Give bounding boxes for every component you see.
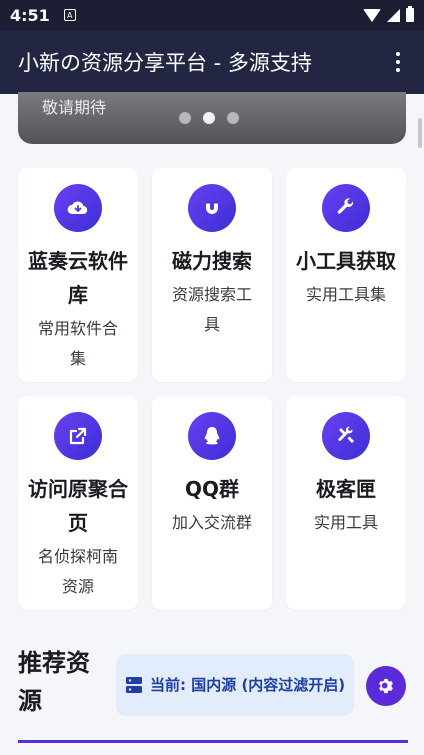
- tool-name: 磁力搜索: [172, 249, 252, 273]
- tool-desc: 资源搜索工具: [171, 285, 252, 334]
- tool-name: QQ群: [184, 477, 239, 501]
- banner-carousel[interactable]: 敬请期待: [18, 92, 406, 144]
- magnet-icon: [188, 184, 236, 232]
- source-status-chip[interactable]: 当前: 国内源 (内容过滤开启): [116, 654, 354, 716]
- recommended-section: 推荐资源 当前: 国内源 (内容过滤开启): [18, 644, 408, 744]
- tool-card-geek-box[interactable]: 极客匣 实用工具: [286, 396, 406, 610]
- tool-desc: 实用工具: [313, 513, 378, 532]
- battery-icon: [406, 6, 414, 22]
- wifi-icon: [363, 8, 381, 22]
- section-divider: [18, 740, 408, 743]
- tools-grid: 蓝奏云软件库 常用软件合集 磁力搜索 资源搜索工具 小工具获取 实用工具集 访问…: [18, 168, 406, 610]
- banner-text: 敬请期待: [42, 98, 107, 117]
- tool-name: 访问原聚合页: [28, 477, 128, 535]
- notification-icon: A: [63, 9, 76, 21]
- carousel-dot[interactable]: [179, 112, 191, 124]
- scrollbar[interactable]: [418, 118, 422, 148]
- tool-card-lanzou[interactable]: 蓝奏云软件库 常用软件合集: [18, 168, 138, 382]
- status-bar: 4:51 A: [0, 0, 424, 30]
- tool-desc: 名侦探柯南资源: [37, 547, 118, 596]
- cloud-download-icon: [54, 184, 102, 232]
- app-title: 小新の资源分享平台 - 多源支持: [18, 51, 312, 75]
- overflow-menu-icon[interactable]: [390, 46, 406, 78]
- tool-desc: 实用工具集: [305, 285, 386, 304]
- carousel-dot-active[interactable]: [203, 112, 215, 124]
- tool-card-qq-group[interactable]: QQ群 加入交流群: [152, 396, 272, 610]
- external-link-icon: [54, 412, 102, 460]
- tool-card-origin-page[interactable]: 访问原聚合页 名侦探柯南资源: [18, 396, 138, 610]
- tools-icon: [322, 412, 370, 460]
- server-icon: [126, 677, 142, 693]
- app-bar: 小新の资源分享平台 - 多源支持: [0, 30, 424, 94]
- tool-name: 蓝奏云软件库: [28, 249, 128, 307]
- tool-name: 极客匣: [316, 477, 376, 501]
- signal-icon: [387, 8, 400, 22]
- tool-name: 小工具获取: [296, 249, 396, 273]
- gear-icon: [379, 678, 393, 694]
- qq-penguin-icon: [188, 412, 236, 460]
- section-title: 推荐资源: [18, 649, 90, 715]
- wrench-icon: [322, 184, 370, 232]
- tool-desc: 常用软件合集: [37, 319, 118, 368]
- tool-card-magnet[interactable]: 磁力搜索 资源搜索工具: [152, 168, 272, 382]
- tool-card-tools[interactable]: 小工具获取 实用工具集: [286, 168, 406, 382]
- tool-desc: 加入交流群: [171, 513, 252, 532]
- carousel-indicator: [179, 112, 239, 124]
- status-time: 4:51: [10, 5, 50, 25]
- source-status-text: 当前: 国内源 (内容过滤开启): [150, 676, 346, 694]
- settings-button[interactable]: [366, 666, 406, 706]
- carousel-dot[interactable]: [227, 112, 239, 124]
